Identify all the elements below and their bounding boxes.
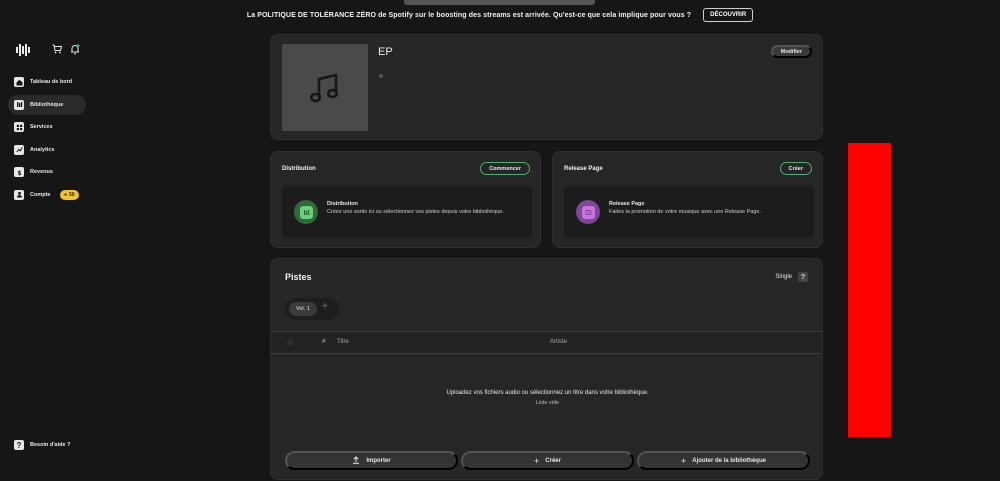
chart-icon (14, 144, 24, 155)
distribution-title: Distribution (282, 166, 316, 172)
sidebar-item-dashboard[interactable]: Tableau de bord (8, 72, 86, 92)
distribution-card-desc: Créez une sortie ici ou sélectionnez vos… (327, 209, 505, 215)
cart-icon[interactable] (52, 44, 62, 54)
add-from-library-label: Ajouter de la bibliothèque (692, 457, 766, 464)
tab-vol-1[interactable]: Vol. 1 (289, 302, 317, 316)
release-status-dot (379, 74, 383, 78)
sidebar-item-label: Compte (30, 191, 51, 198)
sidebar-item-label: Revenus (30, 169, 53, 175)
plus-icon: + (681, 455, 687, 466)
modify-button[interactable]: Modifier (770, 45, 812, 58)
upload-icon (352, 455, 360, 466)
add-from-library-button[interactable]: + Ajouter de la bibliothèque (637, 451, 810, 470)
user-icon (14, 189, 24, 200)
question-icon[interactable]: ? (798, 272, 808, 282)
create-label: Créer (545, 457, 561, 464)
points-badge[interactable]: ● 50 (60, 189, 79, 200)
sidebar-item-revenue[interactable]: $ Revenus (8, 162, 86, 182)
release-page-card-title: Release Page (609, 201, 645, 207)
create-track-button[interactable]: + Créer (461, 451, 634, 470)
create-release-page-button[interactable]: Créer (779, 162, 812, 175)
cover-art[interactable] (282, 44, 368, 131)
release-page-panel: Release Page Créer Release Page Faites l… (552, 151, 823, 248)
distribution-panel: Distribution Commencer Distribution Crée… (270, 151, 541, 248)
announcement-banner: La POLITIQUE DE TOLÉRANCE ZÉRO de Spotif… (0, 6, 1000, 24)
distribution-card-title: Distribution (327, 201, 358, 207)
release-page-title: Release Page (564, 166, 603, 172)
tracks-panel: Pistes Single ? Vol. 1 + # Titre Artiste… (270, 258, 823, 480)
coin-icon: ● (64, 191, 68, 198)
release-page-icon (576, 200, 600, 224)
top-scrollbar[interactable] (404, 0, 595, 5)
discover-button[interactable]: DÉCOUVRIR (703, 8, 754, 22)
svg-text:$: $ (17, 170, 21, 176)
logo-icon[interactable] (16, 44, 30, 56)
volume-tabs: Vol. 1 + (285, 298, 339, 320)
release-type-label: Single (775, 274, 792, 280)
empty-message: Uploadez vos fichiers audio ou sélection… (446, 390, 649, 396)
release-title: EP (378, 46, 393, 58)
tracks-table-header: # Titre Artiste (271, 331, 822, 354)
column-artist: Artiste (550, 339, 568, 345)
start-button[interactable]: Commencer (480, 162, 530, 175)
sidebar-item-label: Services (30, 124, 53, 130)
help-link[interactable]: ? Besoin d'aide ? (14, 440, 70, 450)
column-number: # (322, 339, 326, 345)
release-header-panel: EP Modifier (270, 34, 823, 140)
bell-icon[interactable] (70, 44, 80, 55)
import-label: Importer (366, 457, 391, 464)
sidebar-item-account[interactable]: Compte ● 50 (8, 185, 86, 205)
import-button[interactable]: Importer (285, 451, 458, 470)
banner-text: La POLITIQUE DE TOLÉRANCE ZÉRO de Spotif… (246, 11, 692, 19)
home-icon (14, 77, 24, 87)
help-label: Besoin d'aide ? (30, 442, 71, 448)
release-page-card-desc: Faites la promotion de votre musique ave… (609, 209, 761, 215)
dollar-icon: $ (14, 167, 24, 177)
red-overlay-block (848, 143, 891, 437)
add-volume-button[interactable]: + (322, 301, 328, 312)
badge-count: 50 (69, 191, 75, 198)
question-icon: ? (14, 440, 24, 450)
plus-icon: + (534, 455, 540, 466)
release-page-card[interactable]: Release Page Faites la promotion de votr… (564, 186, 814, 238)
tracks-title: Pistes (285, 272, 312, 282)
sidebar-item-library[interactable]: Bibliothèque (8, 94, 86, 115)
sidebar-nav: Tableau de bord Bibliothèque Services An… (8, 72, 86, 207)
empty-list-label: Liste vide (535, 400, 560, 406)
select-all-checkbox[interactable] (287, 339, 294, 346)
sidebar-item-services[interactable]: Services (8, 117, 86, 137)
sidebar-item-label: Tableau de bord (30, 79, 73, 85)
sidebar-item-label: Bibliothèque (30, 101, 64, 108)
distribution-card[interactable]: Distribution Créez une sortie ici ou sél… (282, 186, 532, 238)
distribution-icon (294, 200, 318, 224)
music-note-icon (310, 73, 338, 102)
column-title: Titre (337, 339, 349, 345)
sidebar-item-analytics[interactable]: Analytics (8, 140, 86, 160)
sidebar-item-label: Analytics (30, 146, 55, 153)
library-icon (14, 99, 24, 110)
sidebar: Tableau de bord Bibliothèque Services An… (0, 0, 95, 481)
grid-icon (14, 122, 24, 132)
